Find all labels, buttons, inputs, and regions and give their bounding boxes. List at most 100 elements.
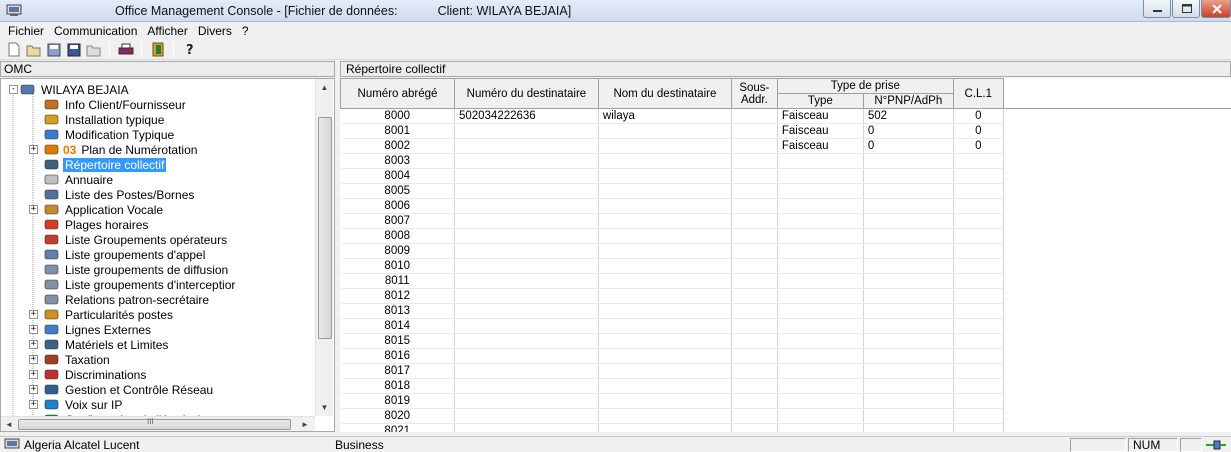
save-all-button[interactable] (65, 42, 82, 58)
cell-npnp[interactable] (863, 243, 954, 259)
cell-nom-destinataire[interactable] (598, 228, 732, 244)
cell-sous-addr[interactable] (731, 123, 778, 139)
cell-nom-destinataire[interactable] (598, 198, 732, 214)
col-type[interactable]: Type (776, 93, 864, 109)
menu-communication[interactable]: Communication (49, 24, 142, 38)
cell-npnp[interactable] (863, 168, 954, 184)
cell-type[interactable] (777, 363, 864, 379)
cell-type[interactable] (777, 153, 864, 169)
cell-nom-destinataire[interactable] (598, 258, 732, 274)
cell-sous-addr[interactable] (731, 423, 778, 432)
table-row[interactable]: 8002 Faisceau 0 0 (340, 138, 1231, 154)
cell-numero-abrege[interactable]: 8006 (340, 198, 455, 214)
cell-numero-destinataire[interactable] (454, 258, 599, 274)
col-cl1[interactable]: C.L.1 (952, 78, 1004, 109)
cell-sous-addr[interactable] (731, 183, 778, 199)
cell-cl1[interactable] (953, 348, 1004, 364)
cell-numero-abrege[interactable]: 8019 (340, 393, 455, 409)
close-button[interactable] (1201, 0, 1231, 18)
minimize-button[interactable] (1143, 0, 1171, 18)
cell-cl1[interactable] (953, 333, 1004, 349)
cell-npnp[interactable]: 502 (863, 108, 954, 124)
cell-npnp[interactable] (863, 258, 954, 274)
tree-item[interactable]: Liste groupements de diffusion (43, 262, 230, 277)
cell-cl1[interactable] (953, 168, 1004, 184)
tree-item[interactable]: Application Vocale (43, 202, 165, 217)
cell-npnp[interactable] (863, 378, 954, 394)
scroll-up-icon[interactable]: ▲ (316, 79, 333, 96)
cell-sous-addr[interactable] (731, 363, 778, 379)
table-row[interactable]: 8010 (340, 258, 1231, 274)
cell-numero-destinataire[interactable] (454, 378, 599, 394)
col-numero-abrege[interactable]: Numéro abrégé (340, 78, 455, 109)
menu-afficher[interactable]: Afficher (142, 24, 192, 38)
cell-nom-destinataire[interactable] (598, 123, 732, 139)
cell-numero-abrege[interactable]: 8015 (340, 333, 455, 349)
cell-nom-destinataire[interactable] (598, 168, 732, 184)
cell-cl1[interactable] (953, 213, 1004, 229)
cell-nom-destinataire[interactable] (598, 363, 732, 379)
tree-vertical-scrollbar[interactable]: ▲ ▼ (315, 79, 333, 416)
cell-npnp[interactable] (863, 393, 954, 409)
cell-nom-destinataire[interactable] (598, 333, 732, 349)
cell-npnp[interactable] (863, 153, 954, 169)
expand-icon[interactable]: + (29, 370, 38, 379)
cell-sous-addr[interactable] (731, 288, 778, 304)
cell-npnp[interactable] (863, 273, 954, 289)
tree-item[interactable]: 03 Plan de Numérotation (43, 142, 199, 157)
cell-numero-abrege[interactable]: 8020 (340, 408, 455, 424)
cell-numero-destinataire[interactable]: 502034222636 (454, 108, 599, 124)
export-button[interactable] (85, 42, 102, 58)
tree-item[interactable]: Discriminations (43, 367, 148, 382)
cell-npnp[interactable] (863, 348, 954, 364)
cell-npnp[interactable] (863, 318, 954, 334)
cell-type[interactable] (777, 273, 864, 289)
cell-sous-addr[interactable] (731, 393, 778, 409)
expand-icon[interactable]: + (29, 400, 38, 409)
table-row[interactable]: 8008 (340, 228, 1231, 244)
cell-numero-abrege[interactable]: 8008 (340, 228, 455, 244)
cell-numero-abrege[interactable]: 8017 (340, 363, 455, 379)
table-row[interactable]: 8005 (340, 183, 1231, 199)
tree-item[interactable]: Particularités postes (43, 307, 175, 322)
cell-nom-destinataire[interactable] (598, 288, 732, 304)
tree-item[interactable]: Matériels et Limites (43, 337, 170, 352)
cell-numero-abrege[interactable]: 8012 (340, 288, 455, 304)
tree-item[interactable]: Répertoire collectif (43, 157, 167, 172)
cell-type[interactable] (777, 198, 864, 214)
cell-numero-abrege[interactable]: 8003 (340, 153, 455, 169)
cell-nom-destinataire[interactable] (598, 273, 732, 289)
cell-numero-abrege[interactable]: 8009 (340, 243, 455, 259)
cell-cl1[interactable] (953, 408, 1004, 424)
cell-numero-destinataire[interactable] (454, 168, 599, 184)
tree-item[interactable]: Liste groupements d'appel (43, 247, 207, 262)
table-row[interactable]: 8016 (340, 348, 1231, 364)
cell-numero-destinataire[interactable] (454, 243, 599, 259)
cell-type[interactable] (777, 168, 864, 184)
open-button[interactable] (25, 42, 42, 58)
table-row[interactable]: 8017 (340, 363, 1231, 379)
table-row[interactable]: 8021 (340, 423, 1231, 432)
cell-nom-destinataire[interactable] (598, 393, 732, 409)
scroll-left-icon[interactable]: ◄ (1, 417, 17, 431)
expand-icon[interactable]: + (29, 385, 38, 394)
tree-item[interactable]: Relations patron-secrétaire (43, 292, 211, 307)
cell-numero-destinataire[interactable] (454, 123, 599, 139)
table-row[interactable]: 8007 (340, 213, 1231, 229)
cell-nom-destinataire[interactable] (598, 378, 732, 394)
cell-npnp[interactable] (863, 408, 954, 424)
col-npnp[interactable]: N°PNP/AdPh (862, 93, 954, 109)
cell-sous-addr[interactable] (731, 198, 778, 214)
tree-item[interactable]: Taxation (43, 352, 112, 367)
cell-type[interactable] (777, 333, 864, 349)
scroll-right-icon[interactable]: ► (297, 417, 313, 431)
cell-numero-destinataire[interactable] (454, 198, 599, 214)
cell-type[interactable] (777, 183, 864, 199)
cell-numero-abrege[interactable]: 8021 (340, 423, 455, 432)
cell-sous-addr[interactable] (731, 258, 778, 274)
cell-cl1[interactable]: 0 (953, 108, 1004, 124)
cell-cl1[interactable]: 0 (953, 123, 1004, 139)
cell-npnp[interactable] (863, 303, 954, 319)
cell-sous-addr[interactable] (731, 303, 778, 319)
cell-sous-addr[interactable] (731, 108, 778, 124)
